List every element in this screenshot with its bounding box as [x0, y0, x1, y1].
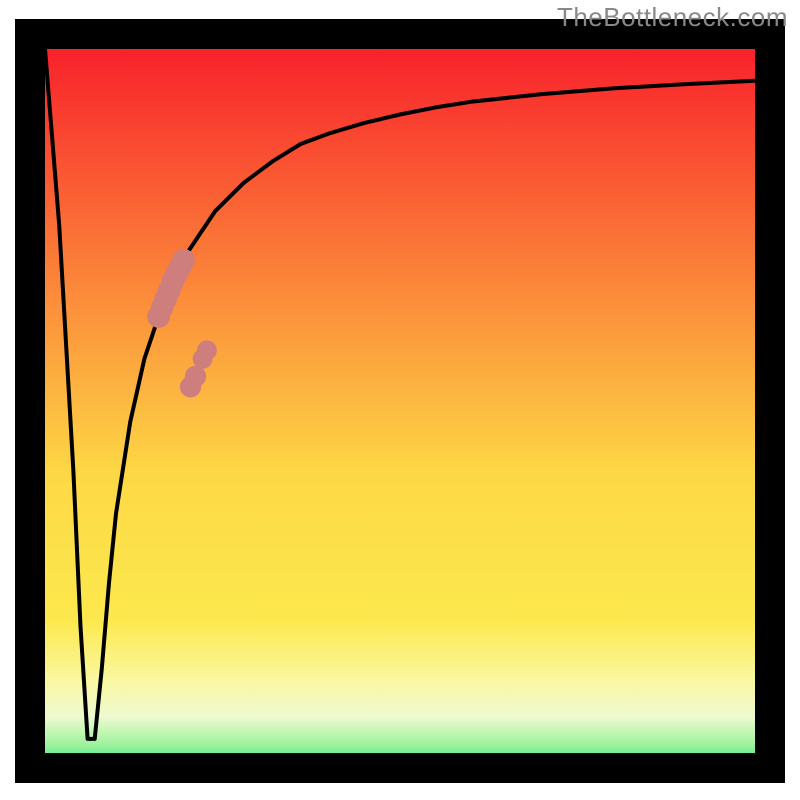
highlight-marker	[197, 340, 217, 360]
chart-root: { "attribution": "TheBottleneck.com", "c…	[0, 0, 800, 800]
highlight-marker	[172, 249, 195, 272]
highlight-marker	[185, 366, 206, 387]
bottleneck-chart	[0, 0, 800, 800]
plot-background	[30, 34, 770, 768]
attribution-text: TheBottleneck.com	[557, 2, 788, 33]
